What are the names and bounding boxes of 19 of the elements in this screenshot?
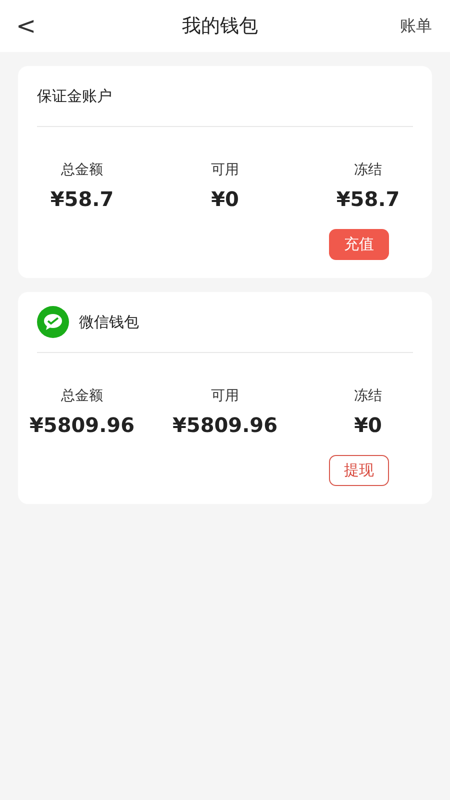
back-button[interactable]: < — [12, 12, 40, 40]
page-title: 我的钱包 — [182, 14, 258, 39]
stat-value: ¥5809.96 — [29, 413, 134, 437]
stat-label: 总金额 — [61, 387, 103, 405]
stat-value: ¥58.7 — [336, 187, 400, 211]
stat-value: ¥58.7 — [50, 187, 114, 211]
withdraw-button[interactable]: 提现 — [329, 455, 389, 486]
stat-label: 冻结 — [354, 161, 382, 179]
account-title: 保证金账户 — [37, 86, 112, 106]
stat-value: ¥5809.96 — [172, 413, 278, 437]
stat-label: 可用 — [211, 161, 239, 179]
bill-link[interactable]: 账单 — [400, 16, 432, 36]
stat-label: 总金额 — [61, 161, 103, 179]
chat-bubble-icon — [37, 306, 69, 338]
stat-value: ¥0 — [354, 413, 382, 437]
stat-label: 可用 — [211, 387, 239, 405]
stat-label: 冻结 — [354, 387, 382, 405]
account-title: 微信钱包 — [79, 312, 139, 332]
stat-value: ¥0 — [211, 187, 239, 211]
